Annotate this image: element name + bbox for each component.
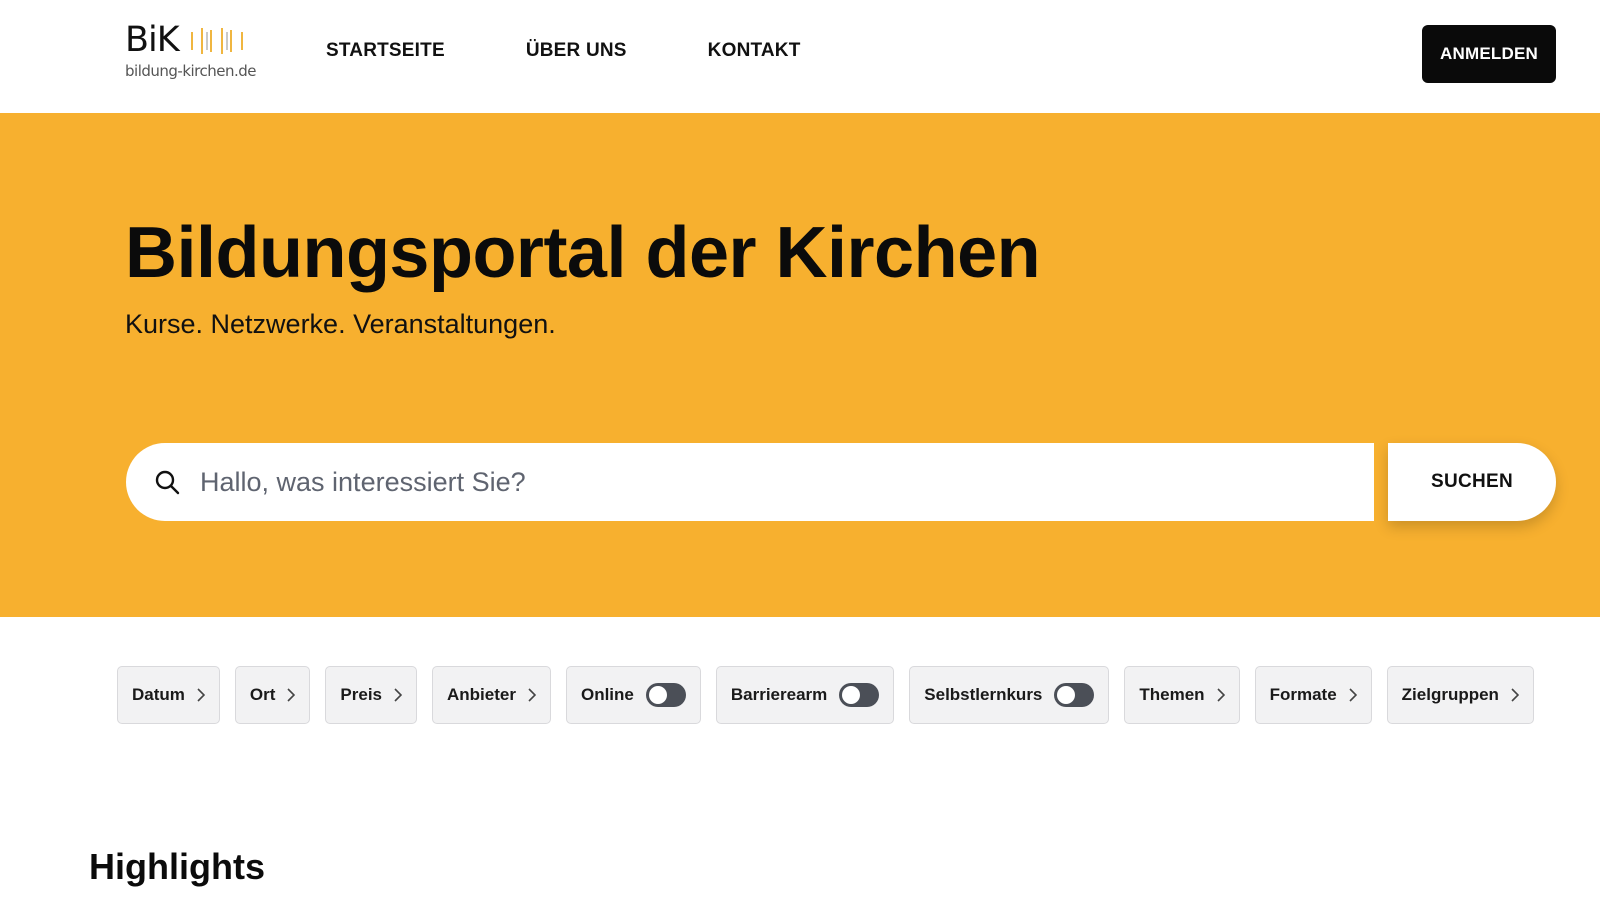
filter-online[interactable]: Online (565, 666, 701, 724)
filter-label: Anbieter (447, 685, 516, 704)
nav-item-ueber-uns[interactable]: ÜBER UNS (526, 40, 627, 62)
filter-label: Selbstlernkurs (924, 685, 1043, 704)
filter-preis[interactable]: Preis (325, 666, 417, 724)
filter-ort[interactable]: Ort (234, 666, 311, 724)
filter-zielgruppen[interactable]: Zielgruppen (1386, 666, 1534, 724)
filter-bar: Datum Ort Preis Anbieter Online Barriere… (117, 666, 1534, 724)
toggle-knob (842, 686, 861, 704)
logo-domain: bildung-kirchen.de (125, 62, 257, 80)
selbstlernkurs-toggle[interactable] (1054, 683, 1095, 707)
main-nav: STARTSEITE ÜBER UNS KONTAKT (326, 40, 882, 62)
barrierearm-toggle[interactable] (839, 683, 880, 707)
nav-item-kontakt[interactable]: KONTAKT (708, 40, 801, 62)
nav-item-startseite[interactable]: STARTSEITE (326, 40, 445, 62)
filter-label: Themen (1139, 685, 1205, 704)
toggle-knob (1057, 686, 1076, 704)
login-button[interactable]: ANMELDEN (1422, 25, 1556, 83)
filter-barrierearm[interactable]: Barrierearm (715, 666, 895, 724)
highlights-heading: Highlights (89, 846, 265, 887)
filter-formate[interactable]: Formate (1254, 666, 1372, 724)
filter-label: Datum (132, 685, 185, 704)
online-toggle[interactable] (645, 683, 686, 707)
chevron-right-icon (287, 688, 296, 702)
page-title: Bildungsportal der Kirchen (125, 213, 1041, 293)
site-header: BiK bildung-kirchen.de STARTSEITE ÜBER U… (0, 0, 1600, 113)
chevron-right-icon (197, 688, 205, 702)
logo-bars-graphic (191, 28, 243, 54)
filter-label: Barrierearm (730, 685, 828, 704)
logo-wordmark: BiK (125, 20, 180, 60)
filter-label: Zielgruppen (1401, 685, 1499, 704)
filter-anbieter[interactable]: Anbieter (432, 666, 551, 724)
chevron-right-icon (1217, 688, 1225, 702)
search-input[interactable] (200, 457, 1350, 507)
site-logo[interactable]: BiK bildung-kirchen.de (125, 20, 265, 86)
filter-label: Formate (1269, 685, 1337, 704)
filter-label: Online (580, 685, 634, 704)
chevron-right-icon (1511, 688, 1519, 702)
filter-datum[interactable]: Datum (117, 666, 220, 724)
toggle-knob (648, 686, 667, 704)
page-subtitle: Kurse. Netzwerke. Veranstaltungen. (125, 309, 556, 339)
filter-label: Preis (340, 685, 382, 704)
search-button[interactable]: SUCHEN (1388, 443, 1556, 521)
filter-label: Ort (249, 685, 276, 704)
chevron-right-icon (394, 688, 402, 702)
filter-selbstlernkurs[interactable]: Selbstlernkurs (909, 666, 1110, 724)
filter-themen[interactable]: Themen (1124, 666, 1240, 724)
chevron-right-icon (528, 688, 536, 702)
search-bar (126, 443, 1374, 521)
hero-banner: Bildungsportal der Kirchen Kurse. Netzwe… (0, 113, 1600, 617)
chevron-right-icon (1349, 688, 1357, 702)
search-icon (155, 470, 180, 495)
